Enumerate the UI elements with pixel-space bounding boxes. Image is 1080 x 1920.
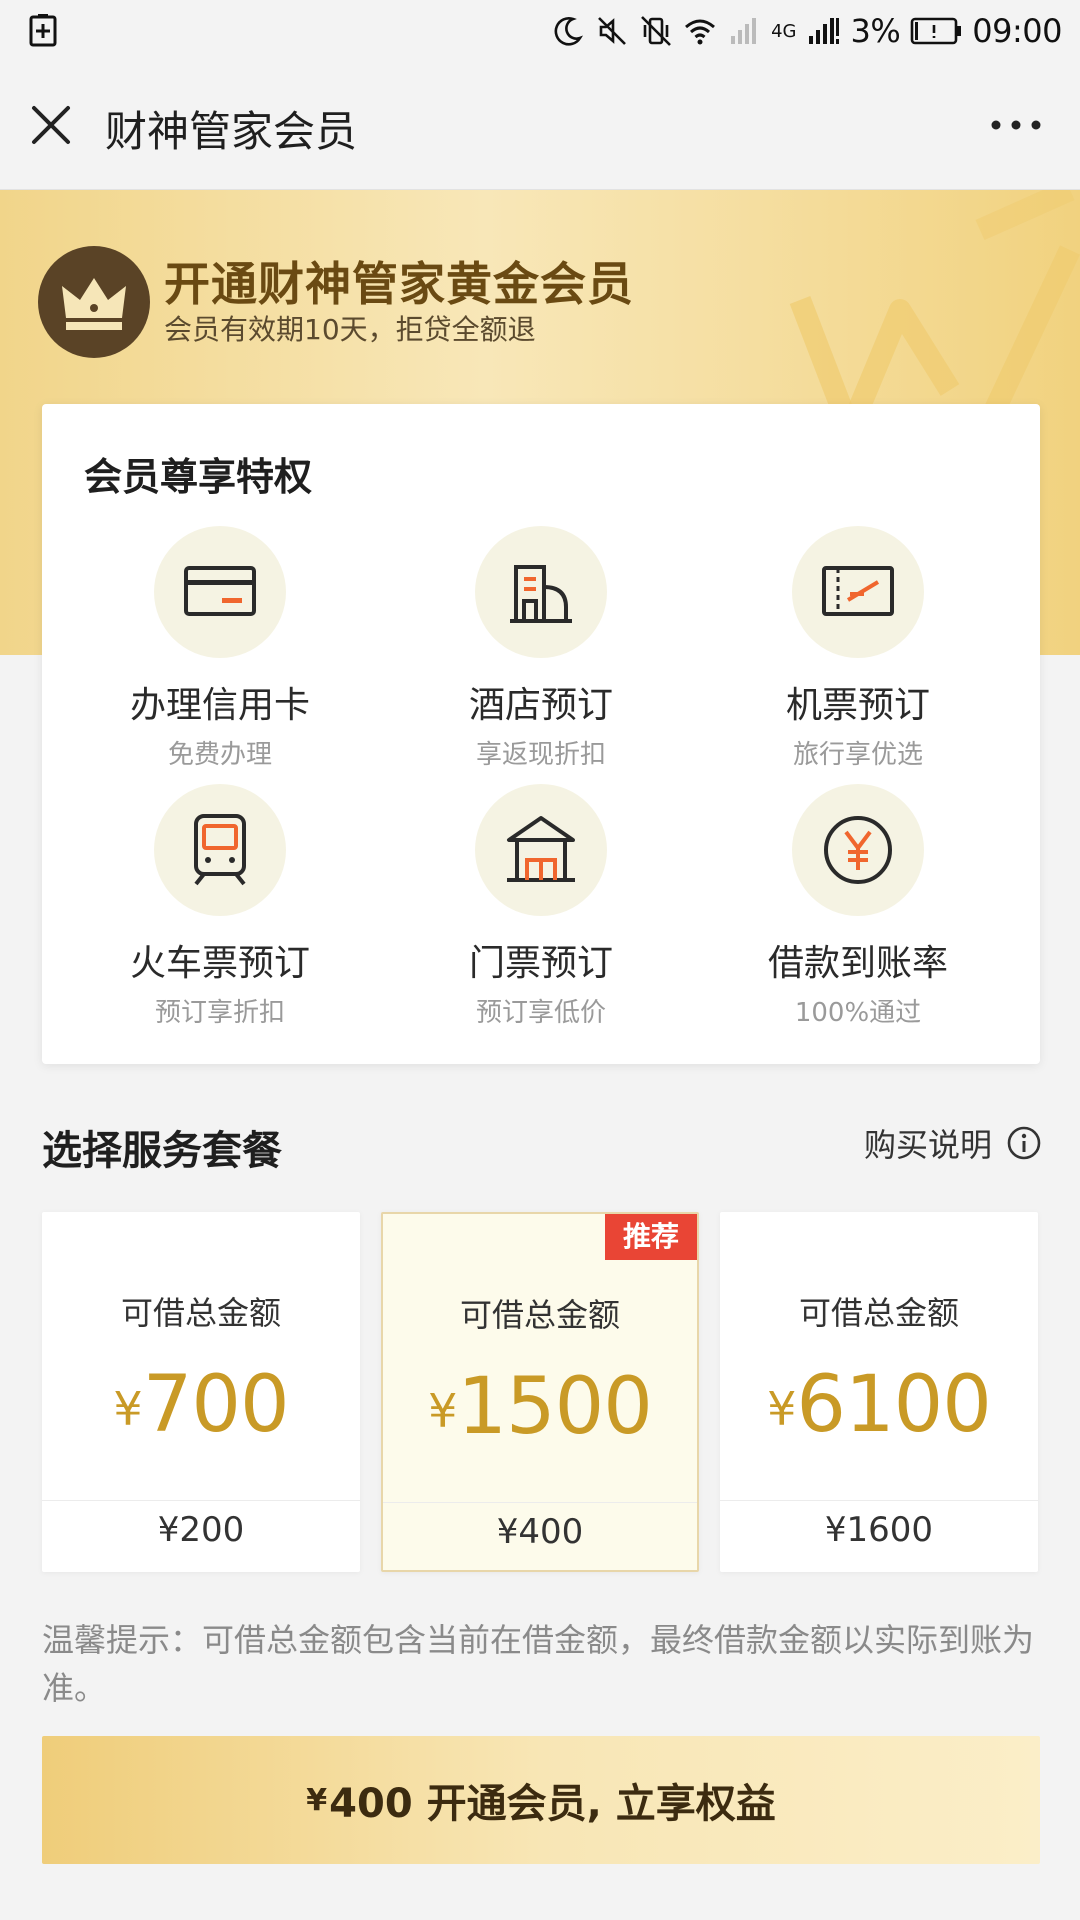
privilege-desc: 预订享折扣 xyxy=(154,998,285,1028)
battery-percent: 3% xyxy=(850,12,901,50)
battery-icon xyxy=(910,17,962,45)
privilege-desc: 免费办理 xyxy=(167,740,272,770)
package-amount: ¥6100 xyxy=(767,1360,992,1450)
privilege-name: 办理信用卡 xyxy=(129,685,310,726)
divider xyxy=(720,1500,1038,1501)
sim-add-icon xyxy=(29,14,57,47)
package-fee: ¥1600 xyxy=(824,1510,934,1550)
crown-icon xyxy=(62,278,126,330)
signal-empty-icon xyxy=(731,18,757,44)
buy-info-label: 购买说明 xyxy=(863,1126,992,1164)
package-fee: ¥400 xyxy=(496,1512,584,1552)
privilege-train[interactable]: 火车票预订 预订享折扣 xyxy=(80,784,360,1029)
package-card-1500[interactable]: 推荐 可借总金额 ¥1500 ¥400 xyxy=(381,1212,699,1572)
warm-tip: 温馨提示：可借总金额包含当前在借金额，最终借款金额以实际到账为准。 xyxy=(42,1621,1035,1707)
more-icon[interactable] xyxy=(986,110,1046,140)
buy-info-link[interactable]: 购买说明 xyxy=(864,1120,1042,1166)
flight-ticket-icon xyxy=(822,566,894,616)
privileges-card: 会员尊享特权 办理信用卡 免费办理 酒店预订 享返现折扣 机票预订 旅行享优选 … xyxy=(42,404,1040,1064)
privilege-name: 酒店预订 xyxy=(468,685,613,726)
privilege-desc: 预订享低价 xyxy=(475,998,606,1028)
yen-circle-icon xyxy=(824,816,892,884)
privilege-attraction[interactable]: 门票预订 预订享低价 xyxy=(401,784,681,1029)
package-label: 可借总金额 xyxy=(798,1294,959,1332)
divider xyxy=(383,1502,697,1503)
cta-label: 400 开通会员, 立享权益 xyxy=(329,1781,776,1827)
privilege-flight[interactable]: 机票预订 旅行享优选 xyxy=(718,526,998,771)
packages-title: 选择服务套餐 xyxy=(42,1128,282,1174)
privilege-name: 门票预订 xyxy=(468,943,613,984)
wifi-icon xyxy=(685,19,716,45)
package-label: 可借总金额 xyxy=(459,1296,620,1334)
privilege-name: 借款到账率 xyxy=(767,943,948,984)
cta-currency: ¥ xyxy=(306,1782,328,1818)
privileges-title: 会员尊享特权 xyxy=(84,455,313,499)
privilege-desc: 100%通过 xyxy=(794,998,922,1028)
train-icon xyxy=(194,814,246,886)
divider xyxy=(42,1500,360,1501)
close-icon[interactable] xyxy=(28,102,74,148)
package-fee: ¥200 xyxy=(157,1510,245,1550)
privilege-credit-card[interactable]: 办理信用卡 免费办理 xyxy=(80,526,360,771)
privilege-hotel[interactable]: 酒店预订 享返现折扣 xyxy=(401,526,681,771)
title-bar: 财神管家会员 xyxy=(0,62,1080,190)
status-bar: 4G 3% 09:00 xyxy=(0,0,1080,62)
package-label: 可借总金额 xyxy=(120,1294,281,1332)
hotel-icon xyxy=(510,565,572,623)
privilege-name: 火车票预订 xyxy=(129,943,310,984)
recommended-badge: 推荐 xyxy=(605,1214,697,1260)
mute-icon xyxy=(598,17,627,45)
package-amount: ¥1500 xyxy=(428,1362,653,1452)
page-title: 财神管家会员 xyxy=(105,107,358,156)
banner-title: 开通财神管家黄金会员 xyxy=(164,257,634,311)
package-card-700[interactable]: 可借总金额 ¥700 ¥200 xyxy=(42,1212,360,1572)
privilege-desc: 享返现折扣 xyxy=(475,740,606,770)
signal-icon xyxy=(808,18,839,44)
clock: 09:00 xyxy=(972,12,1062,50)
package-amount: ¥700 xyxy=(113,1360,289,1450)
banner-subtitle: 会员有效期10天，拒贷全额退 xyxy=(164,313,536,346)
privilege-name: 机票预订 xyxy=(785,685,930,726)
pavilion-icon xyxy=(507,816,575,882)
info-icon xyxy=(1007,1126,1041,1160)
moon-icon xyxy=(554,17,584,46)
network-type: 4G xyxy=(771,20,797,42)
package-card-6100[interactable]: 可借总金额 ¥6100 ¥1600 xyxy=(720,1212,1038,1572)
privilege-desc: 旅行享优选 xyxy=(792,740,923,770)
crown-badge xyxy=(38,246,150,358)
credit-card-icon xyxy=(184,566,256,616)
vibrate-off-icon xyxy=(641,16,672,46)
privilege-loan-rate[interactable]: 借款到账率 100%通过 xyxy=(718,784,998,1029)
activate-membership-button[interactable]: ¥400 开通会员, 立享权益 xyxy=(42,1736,1040,1864)
